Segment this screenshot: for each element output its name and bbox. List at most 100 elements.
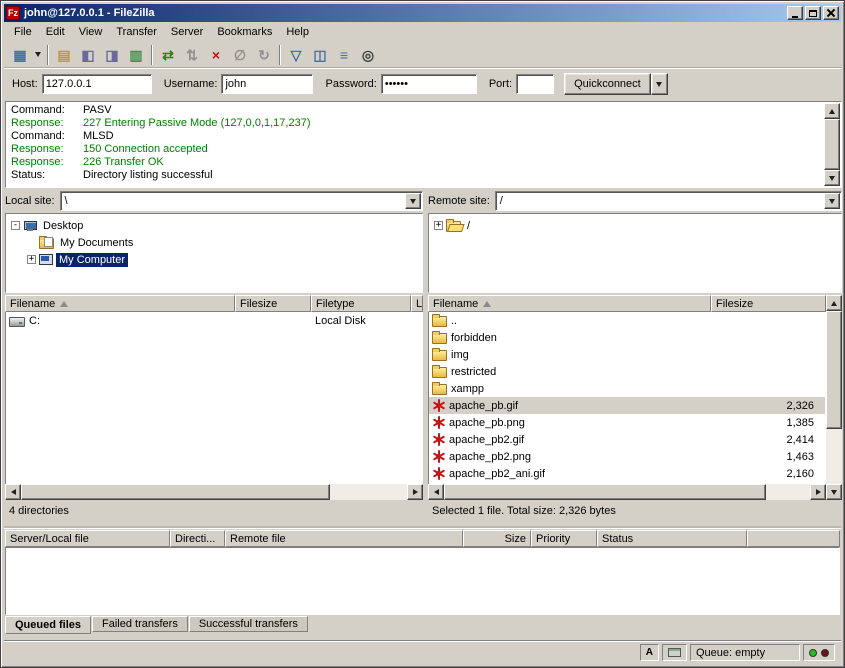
file-row-apache-pb2-ani-gif[interactable]: apache_pb2_ani.gif2,160 [429, 465, 825, 482]
arrow-down-icon [829, 176, 835, 181]
column-header-filesize[interactable]: Filesize [711, 295, 826, 312]
remote-site-dropdown-button[interactable] [824, 193, 840, 209]
scroll-down-button[interactable] [824, 170, 840, 186]
menu-item-file[interactable]: File [7, 23, 39, 41]
log-line: Status:Directory listing successful [11, 169, 823, 182]
scroll-up-button[interactable] [826, 295, 842, 311]
title-bar[interactable]: Fz john@127.0.0.1 - FileZilla [4, 4, 841, 22]
column-header-filetype[interactable]: Filetype [311, 295, 411, 312]
site-manager-dropdown-button[interactable] [32, 44, 44, 66]
quickconnect-button[interactable]: Quickconnect [564, 73, 651, 95]
process-queue-button[interactable]: ⇅ [180, 44, 204, 66]
filter-button[interactable]: ▽ [284, 44, 308, 66]
file-row-apache-pb-gif[interactable]: apache_pb.gif2,326 [429, 397, 825, 414]
scroll-up-button[interactable] [824, 103, 840, 119]
tab-queued-files[interactable]: Queued files [5, 616, 91, 634]
sync-browse-button[interactable]: ≡ [332, 44, 356, 66]
find-button[interactable]: ◎ [356, 44, 380, 66]
compare-button[interactable]: ◫ [308, 44, 332, 66]
column-header-size[interactable]: Size [463, 530, 531, 547]
column-header-server-local-file[interactable]: Server/Local file [5, 530, 170, 547]
menu-item-transfer[interactable]: Transfer [109, 23, 164, 41]
scroll-track[interactable] [21, 484, 407, 500]
remote-site-combo[interactable]: / [495, 191, 842, 211]
remote-files-scrollbar[interactable] [826, 295, 842, 500]
scroll-track[interactable] [444, 484, 810, 500]
file-row-xampp[interactable]: xampp [429, 380, 825, 397]
refresh-button[interactable]: ⇄ [156, 44, 180, 66]
menu-item-help[interactable]: Help [279, 23, 316, 41]
scroll-left-button[interactable] [5, 484, 21, 500]
scroll-left-button[interactable] [428, 484, 444, 500]
scroll-thumb[interactable] [824, 119, 840, 170]
maximize-button[interactable] [805, 6, 821, 20]
file-size-cell [236, 312, 312, 329]
tree-expander-plus[interactable]: + [434, 221, 443, 230]
password-input[interactable] [381, 74, 477, 94]
log-scrollbar[interactable] [824, 103, 840, 186]
file-row-restricted[interactable]: restricted [429, 363, 825, 380]
scroll-right-button[interactable] [407, 484, 423, 500]
queue-toggle-button[interactable]: ▥ [124, 44, 148, 66]
tree-item-item[interactable]: +/ [429, 217, 841, 234]
column-header-filename[interactable]: Filename [428, 295, 711, 312]
close-button[interactable] [823, 6, 839, 20]
scroll-thumb[interactable] [21, 484, 330, 500]
remote-tree-toggle-button[interactable]: ◨ [100, 44, 124, 66]
scroll-track[interactable] [826, 311, 842, 484]
tree-item-my-documents[interactable]: My Documents [6, 234, 422, 251]
queue-status: Queue: empty [690, 644, 800, 661]
file-row-forbidden[interactable]: forbidden [429, 329, 825, 346]
tree-expander-minus[interactable]: - [11, 221, 20, 230]
receive-led-icon [809, 649, 817, 657]
column-header-filename[interactable]: Filename [5, 295, 235, 312]
local-site-combo[interactable]: \ [60, 191, 423, 211]
tree-expander-plus[interactable]: + [27, 255, 36, 264]
username-input[interactable] [221, 74, 313, 94]
column-header-directi[interactable]: Directi... [170, 530, 225, 547]
scroll-thumb[interactable] [826, 311, 842, 429]
remote-site-value: / [500, 195, 503, 207]
site-manager-button[interactable]: ▦ [8, 44, 32, 66]
file-row-item[interactable]: .. [429, 312, 825, 329]
file-row-apache-pb2-gif[interactable]: apache_pb2.gif2,414 [429, 431, 825, 448]
column-header-label: Server/Local file [10, 533, 89, 545]
tree-item-desktop[interactable]: -Desktop [6, 217, 422, 234]
column-header-filesize[interactable]: Filesize [235, 295, 311, 312]
local-site-dropdown-button[interactable] [405, 193, 421, 209]
cancel-transfer-button[interactable]: × [204, 44, 228, 66]
tree-item-my-computer[interactable]: +My Computer [6, 251, 422, 268]
reconnect-button[interactable]: ↻ [252, 44, 276, 66]
horizontal-splitter[interactable] [4, 522, 841, 529]
scroll-right-button[interactable] [810, 484, 826, 500]
file-row-c[interactable]: C:Local Disk [6, 312, 422, 329]
disconnect-button[interactable]: ∅ [228, 44, 252, 66]
menu-item-edit[interactable]: Edit [39, 23, 72, 41]
column-header-status[interactable]: Status [597, 530, 747, 547]
column-header-remote-file[interactable]: Remote file [225, 530, 463, 547]
quickconnect-dropdown-button[interactable] [651, 73, 668, 95]
host-input[interactable] [42, 74, 152, 94]
remote-tree: +/ [428, 213, 842, 293]
menu-item-view[interactable]: View [72, 23, 110, 41]
menu-item-server[interactable]: Server [164, 23, 210, 41]
menu-item-bookmarks[interactable]: Bookmarks [210, 23, 279, 41]
tab-successful-transfers[interactable]: Successful transfers [189, 616, 308, 632]
scroll-down-button[interactable] [826, 484, 842, 500]
file-row-apache-pb2-png[interactable]: apache_pb2.png1,463 [429, 448, 825, 465]
tab-failed-transfers[interactable]: Failed transfers [92, 616, 188, 632]
column-header-l[interactable]: L [411, 295, 423, 312]
sort-ascending-icon [60, 301, 68, 307]
message-log-toggle-button[interactable]: ▤ [52, 44, 76, 66]
local-tree-toggle-button[interactable]: ◧ [76, 44, 100, 66]
file-row-img[interactable]: img [429, 346, 825, 363]
file-row-apache-pb-png[interactable]: apache_pb.png1,385 [429, 414, 825, 431]
scroll-thumb[interactable] [444, 484, 766, 500]
port-input[interactable] [516, 74, 554, 94]
remote-files-hscrollbar[interactable] [428, 484, 826, 500]
filezilla-logo-icon: Fz [6, 6, 20, 20]
local-files-hscrollbar[interactable] [5, 484, 423, 500]
column-header-priority[interactable]: Priority [531, 530, 597, 547]
scroll-track[interactable] [824, 119, 840, 170]
minimize-button[interactable] [787, 6, 803, 20]
